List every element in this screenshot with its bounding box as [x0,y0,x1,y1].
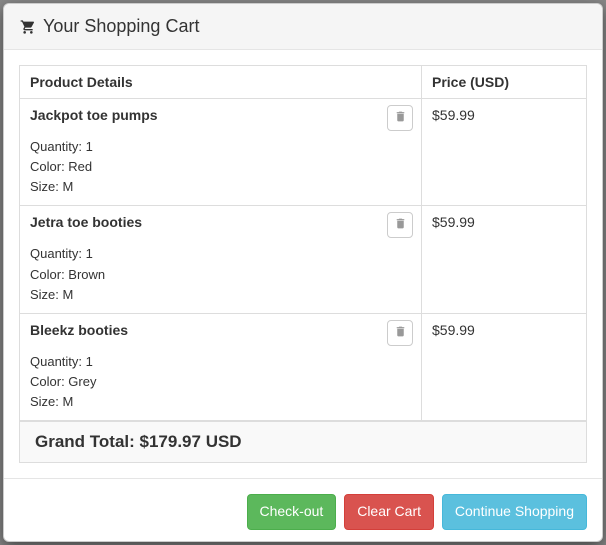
shopping-cart-modal: Your Shopping Cart Product Details Price… [3,3,603,542]
color-label: Color: [30,374,68,389]
product-meta: Quantity: 1 Color: Brown Size: M [30,244,411,304]
size-label: Size: [30,394,63,409]
color-label: Color: [30,267,68,282]
trash-icon [394,325,407,341]
grand-total-value: $179.97 USD [140,432,242,451]
product-cell: Jetra toe booties Quantity: 1 Color: Brown… [20,206,422,313]
product-name: Jetra toe booties [30,214,411,230]
price-cell: $59.99 [422,206,587,313]
color-value: Red [68,159,92,174]
delete-item-button[interactable] [387,105,413,131]
price-cell: $59.99 [422,99,587,206]
shopping-cart-icon [19,19,37,35]
trash-icon [394,217,407,233]
color-label: Color: [30,159,68,174]
checkout-button[interactable]: Check-out [247,494,337,530]
product-name: Bleekz booties [30,322,411,338]
trash-icon [394,110,407,126]
table-row: Bleekz booties Quantity: 1 Color: Grey Size… [20,313,587,420]
clear-cart-button[interactable]: Clear Cart [344,494,434,530]
color-value: Grey [68,374,96,389]
quantity-value: 1 [86,139,93,154]
quantity-value: 1 [86,354,93,369]
size-value: M [63,287,74,302]
quantity-label: Quantity: [30,139,86,154]
product-cell: Jackpot toe pumps Quantity: 1 Color: Red Si… [20,99,422,206]
cart-table: Product Details Price (USD) Jackpot toe … [19,65,587,421]
product-cell: Bleekz booties Quantity: 1 Color: Grey Size… [20,313,422,420]
product-header: Product Details [20,66,422,99]
quantity-value: 1 [86,246,93,261]
modal-title-text: Your Shopping Cart [43,16,199,37]
table-row: Jetra toe booties Quantity: 1 Color: Brown… [20,206,587,313]
modal-title: Your Shopping Cart [19,16,587,37]
product-meta: Quantity: 1 Color: Red Size: M [30,137,411,197]
price-cell: $59.99 [422,313,587,420]
grand-total: Grand Total: $179.97 USD [20,421,587,462]
size-label: Size: [30,179,63,194]
price-header: Price (USD) [422,66,587,99]
size-value: M [63,394,74,409]
grand-total-label: Grand Total: [35,432,140,451]
product-name: Jackpot toe pumps [30,107,411,123]
size-label: Size: [30,287,63,302]
modal-footer: Check-out Clear Cart Continue Shopping [4,478,602,545]
color-value: Brown [68,267,105,282]
size-value: M [63,179,74,194]
delete-item-button[interactable] [387,212,413,238]
table-row: Jackpot toe pumps Quantity: 1 Color: Red Si… [20,99,587,206]
modal-body: Product Details Price (USD) Jackpot toe … [4,50,602,478]
delete-item-button[interactable] [387,320,413,346]
quantity-label: Quantity: [30,354,86,369]
modal-header: Your Shopping Cart [4,4,602,50]
continue-shopping-button[interactable]: Continue Shopping [442,494,587,530]
quantity-label: Quantity: [30,246,86,261]
product-meta: Quantity: 1 Color: Grey Size: M [30,352,411,412]
